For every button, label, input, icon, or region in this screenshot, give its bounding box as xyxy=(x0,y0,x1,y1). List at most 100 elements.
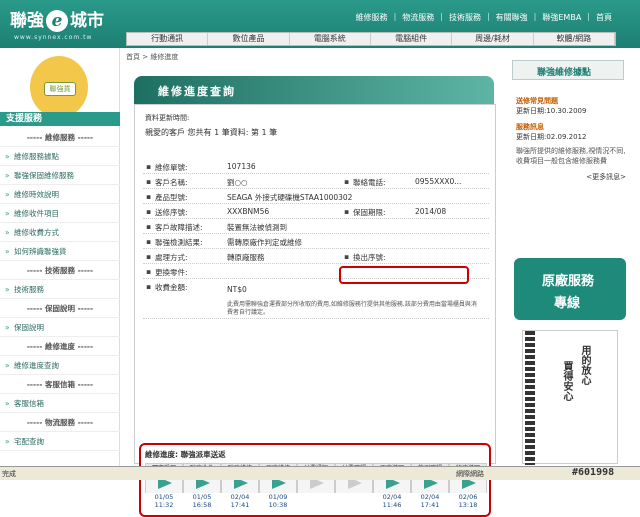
support-title: 支援服務 xyxy=(0,112,120,126)
news-title: 服務訊息 xyxy=(516,123,544,131)
more-link[interactable]: <更多訊息> xyxy=(516,172,626,182)
mainnav-components[interactable]: 電腦組件 xyxy=(371,33,453,45)
nav-item[interactable]: 維修時效說明 xyxy=(0,185,120,204)
row-label: 客戶名稱: xyxy=(146,177,187,188)
film-strip-icon xyxy=(525,331,535,465)
ad-text-1: 買得安心 xyxy=(561,361,572,401)
step-date: 01/05 xyxy=(192,493,212,501)
left-sidebar: 聯強貨 支援服務 ----- 維修服務 -----維修服務據點聯強保固維修服務維… xyxy=(0,48,120,468)
breadcrumb[interactable]: 首頁 > 維修進度 xyxy=(126,52,178,62)
nav-item[interactable]: 維修進度查詢 xyxy=(0,356,120,375)
detail-row: 送修序號: XXXBNM56 保固期限: 2014/08 xyxy=(143,204,489,219)
step-date: 02/04 xyxy=(230,493,250,501)
brand-e-icon: e xyxy=(46,10,68,32)
step-time: 17:41 xyxy=(420,501,440,509)
nav-item[interactable]: 保固說明 xyxy=(0,318,120,337)
row-value: 需轉原廠作判定或維修 xyxy=(227,238,302,247)
row-value-2: 0955XXX0... xyxy=(415,177,462,186)
nav-item[interactable]: 如何辨識聯強貨 xyxy=(0,242,120,261)
fee-label: 收費金額: xyxy=(146,282,187,293)
mainnav-software[interactable]: 軟體/網路 xyxy=(534,33,615,45)
main-nav: 行動通訊 數位產品 電腦系統 電腦組件 周邊/耗材 軟體/網路 xyxy=(126,32,616,46)
row-label-2: 保固期限: xyxy=(344,207,385,218)
panel-title-bar: 維修進度查詢 xyxy=(134,76,494,104)
nav-section-head: ----- 物流服務 ----- xyxy=(0,413,120,432)
nav-section-head: ----- 維修服務 ----- xyxy=(0,128,120,147)
row-value: 107136 xyxy=(227,162,256,171)
row-label: 送修序號: xyxy=(146,207,187,218)
row-value-2: 2014/08 xyxy=(415,207,447,216)
row-label: 客戶故障描述: xyxy=(146,222,202,233)
ad-text-2: 用的放心 xyxy=(579,345,590,385)
faq-block[interactable]: 送修常見問題 更新日期:10.30.2009 xyxy=(516,96,626,116)
page-title: 維修進度查詢 xyxy=(158,85,236,98)
row-value: XXXBNM56 xyxy=(227,207,270,216)
ad-banner[interactable]: 用的放心 買得安心 xyxy=(522,330,618,465)
topnav-logistics[interactable]: 物流服務 xyxy=(402,12,434,23)
nav-section-head: ----- 技術服務 ----- xyxy=(0,261,120,280)
mainnav-systems[interactable]: 電腦系統 xyxy=(290,33,371,45)
top-nav: 維修服務 | 物流服務 | 技術服務 | 有關聯強 | 聯強EMBA | 首頁 xyxy=(355,12,612,23)
nav-section-head: ----- 保固說明 ----- xyxy=(0,299,120,318)
hotline-line1: 原廠服務 xyxy=(542,274,595,289)
topnav-tech[interactable]: 技術服務 xyxy=(449,12,481,23)
nav-item[interactable]: 聯強保固維修服務 xyxy=(0,166,120,185)
brand-suffix: 城市 xyxy=(70,11,104,31)
nav-item[interactable]: 宅配查詢 xyxy=(0,432,120,451)
row-value: 裝置無法被偵測到 xyxy=(227,223,287,232)
row-value: 劉○○ xyxy=(227,178,248,187)
mainnav-digital[interactable]: 數位產品 xyxy=(208,33,290,45)
mainnav-peripherals[interactable]: 周邊/耗材 xyxy=(452,33,534,45)
row-label-2: 換出序號: xyxy=(344,252,385,263)
progress-title: 維修進度: 聯強派車送返 xyxy=(145,450,226,459)
brand-text: 聯強 xyxy=(10,11,44,31)
hotline-banner[interactable]: 原廠服務 專線 xyxy=(514,258,626,320)
row-label: 產品型號: xyxy=(146,192,187,203)
row-label: 處理方式: xyxy=(146,252,187,263)
mascot-badge: 聯強貨 xyxy=(44,82,76,96)
row-label: 更換零件: xyxy=(146,267,187,278)
progress-box: 維修進度: 聯強派車送返 門市受理01/0511:32聯強收件01/0516:5… xyxy=(139,443,491,517)
detail-row: 維修單號: 107136 xyxy=(143,159,489,174)
fee-row: 收費金額: NT$0 此費用需聯強倉運費部分所收取的費用,如維修服務行提供其他服務,… xyxy=(143,279,489,319)
watermark-stamp: #601998 xyxy=(572,467,615,478)
step-time: 13:18 xyxy=(458,501,478,509)
nav-item[interactable]: 維修收費方式 xyxy=(0,223,120,242)
brand-logo[interactable]: 聯強 e 城市 xyxy=(10,6,104,32)
site-header: 聯強 e 城市 www.synnex.com.tw 維修服務 | 物流服務 | 技術服務… xyxy=(0,0,640,48)
detail-row: 客戶名稱: 劉○○ 聯絡電話: 0955XXX0... xyxy=(143,174,489,189)
nav-item[interactable]: 客服信箱 xyxy=(0,394,120,413)
update-time: 資料更新時間: xyxy=(145,114,190,122)
record-count: 親愛的客戶 您共有 1 筆資料: 第 1 筆 xyxy=(145,128,278,137)
nav-item[interactable]: 維修收件項目 xyxy=(0,204,120,223)
row-value: SEAGA 外接式硬碟機STAA1000302 xyxy=(227,193,353,202)
detail-row: 產品型號: SEAGA 外接式硬碟機STAA1000302 xyxy=(143,189,489,204)
news-date: 更新日期:02.09.2012 xyxy=(516,133,587,141)
topnav-home[interactable]: 首頁 xyxy=(596,12,612,23)
nav-section-head: ----- 維修進度 ----- xyxy=(0,337,120,356)
repair-points-header[interactable]: 聯強維修據點 xyxy=(512,60,624,80)
faq-date: 更新日期:10.30.2009 xyxy=(516,107,587,115)
query-panel: 資料更新時間: 親愛的客戶 您共有 1 筆資料: 第 1 筆 維修單號: 1071… xyxy=(134,104,496,517)
hotline-line2: 專線 xyxy=(554,296,581,311)
fee-note: 此費用需聯強倉運費部分所收取的費用,如維修服務行提供其他服務,該部分費用由當場櫃… xyxy=(227,301,477,316)
step-date: 01/05 xyxy=(154,493,174,501)
nav-item[interactable]: 技術服務 xyxy=(0,280,120,299)
site-url: www.synnex.com.tw xyxy=(14,34,93,41)
detail-row: 聯強檢測結果: 需轉原廠作判定或維修 xyxy=(143,234,489,249)
step-time: 17:41 xyxy=(230,501,250,509)
repair-points-label: 聯強維修據點 xyxy=(537,68,592,78)
nav-item[interactable]: 維修服務據點 xyxy=(0,147,120,166)
mainnav-mobile[interactable]: 行動通訊 xyxy=(127,33,209,45)
topnav-about[interactable]: 有關聯強 xyxy=(496,12,528,23)
topnav-emba[interactable]: 聯強EMBA xyxy=(542,12,581,23)
status-bar: 完成 網際網路 #601998 xyxy=(0,466,640,480)
support-nav: ----- 維修服務 -----維修服務據點聯強保固維修服務維修時效說明維修收件… xyxy=(0,128,120,451)
step-date: 02/06 xyxy=(458,493,478,501)
step-time: 11:32 xyxy=(154,501,174,509)
warranty-highlight xyxy=(339,266,469,284)
row-value: 轉原廠服務 xyxy=(227,253,265,262)
topnav-repair[interactable]: 維修服務 xyxy=(356,12,388,23)
row-label: 聯強檢測結果: xyxy=(146,237,202,248)
detail-row: 客戶故障描述: 裝置無法被偵測到 xyxy=(143,219,489,234)
